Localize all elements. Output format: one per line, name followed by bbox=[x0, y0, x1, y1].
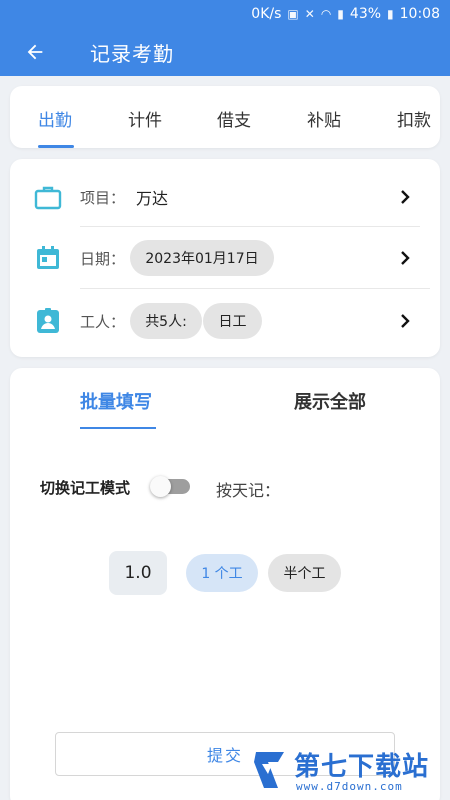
page-title: 记录考勤 bbox=[90, 41, 174, 66]
chevron-right-icon bbox=[401, 251, 410, 265]
status-bar: 0K/s ▣ ✕ ◠ ▮ 43% ▮ 10:08 bbox=[0, 0, 450, 28]
tab-deduction[interactable]: 扣款 bbox=[397, 106, 431, 131]
worker-count-chip[interactable]: 共5人: bbox=[130, 303, 202, 339]
worker-row[interactable]: 工人： 共5人: 日工 bbox=[10, 290, 440, 352]
by-day-label: 按天记： bbox=[216, 481, 281, 500]
watermark-url: www.d7down.com bbox=[296, 780, 403, 793]
battery-percent: 43% bbox=[349, 6, 382, 22]
active-tab-indicator bbox=[38, 145, 74, 148]
worker-badge-icon bbox=[37, 308, 59, 333]
info-card: 项目： 万达 日期： 2023年01月17日 工人： 共5人: 日工 bbox=[10, 159, 440, 357]
switch-mode-label: 切换记工模式 bbox=[40, 479, 131, 497]
chevron-right-icon bbox=[401, 314, 410, 328]
app-bar: 记录考勤 bbox=[0, 28, 450, 76]
tab-attendance[interactable]: 出勤 bbox=[38, 106, 72, 131]
tab-piecework[interactable]: 计件 bbox=[128, 106, 162, 131]
one-shift-option[interactable]: 1 个工 bbox=[186, 554, 258, 592]
mute-icon: ✕ bbox=[304, 7, 315, 21]
project-row[interactable]: 项目： 万达 bbox=[10, 166, 440, 228]
toggle-knob bbox=[150, 476, 171, 497]
category-tabs: 出勤 计件 借支 补贴 扣款 bbox=[10, 86, 440, 148]
arrow-left-icon bbox=[27, 44, 43, 60]
battery-icon: ▮ bbox=[387, 7, 394, 21]
tab-batch-fill[interactable]: 批量填写 bbox=[80, 388, 152, 414]
tab-loan[interactable]: 借支 bbox=[217, 106, 251, 131]
tab-subsidy[interactable]: 补贴 bbox=[307, 106, 341, 131]
calendar-icon bbox=[37, 246, 59, 269]
nfc-icon: ▣ bbox=[287, 7, 299, 21]
site-watermark: 第七下载站 www.d7down.com bbox=[252, 746, 442, 794]
date-chip[interactable]: 2023年01月17日 bbox=[130, 240, 274, 276]
worker-type-chip[interactable]: 日工 bbox=[203, 303, 262, 339]
watermark-logo-icon bbox=[254, 752, 284, 788]
worker-label: 工人： bbox=[80, 312, 126, 331]
project-label: 项目： bbox=[80, 188, 126, 207]
back-button[interactable] bbox=[0, 28, 70, 76]
date-label: 日期： bbox=[80, 249, 126, 268]
half-shift-option[interactable]: 半个工 bbox=[268, 554, 341, 592]
record-form-card: 批量填写 展示全部 切换记工模式 按天记： 1.0 1 个工 半个工 提交 bbox=[10, 368, 440, 800]
chevron-right-icon bbox=[401, 190, 410, 204]
workload-value-input[interactable]: 1.0 bbox=[109, 551, 167, 595]
record-mode-toggle[interactable] bbox=[150, 476, 190, 497]
wifi-icon: ◠ bbox=[320, 7, 332, 21]
active-subtab-indicator bbox=[80, 427, 156, 429]
project-value: 万达 bbox=[136, 189, 169, 208]
clock: 10:08 bbox=[399, 6, 440, 22]
date-row[interactable]: 日期： 2023年01月17日 bbox=[10, 227, 440, 289]
signal-icon: ▮ bbox=[337, 7, 344, 21]
tab-show-all[interactable]: 展示全部 bbox=[294, 388, 366, 414]
watermark-brand: 第七下载站 bbox=[294, 752, 430, 782]
briefcase-icon bbox=[34, 186, 62, 210]
divider bbox=[80, 288, 430, 289]
net-speed: 0K/s bbox=[251, 6, 282, 22]
